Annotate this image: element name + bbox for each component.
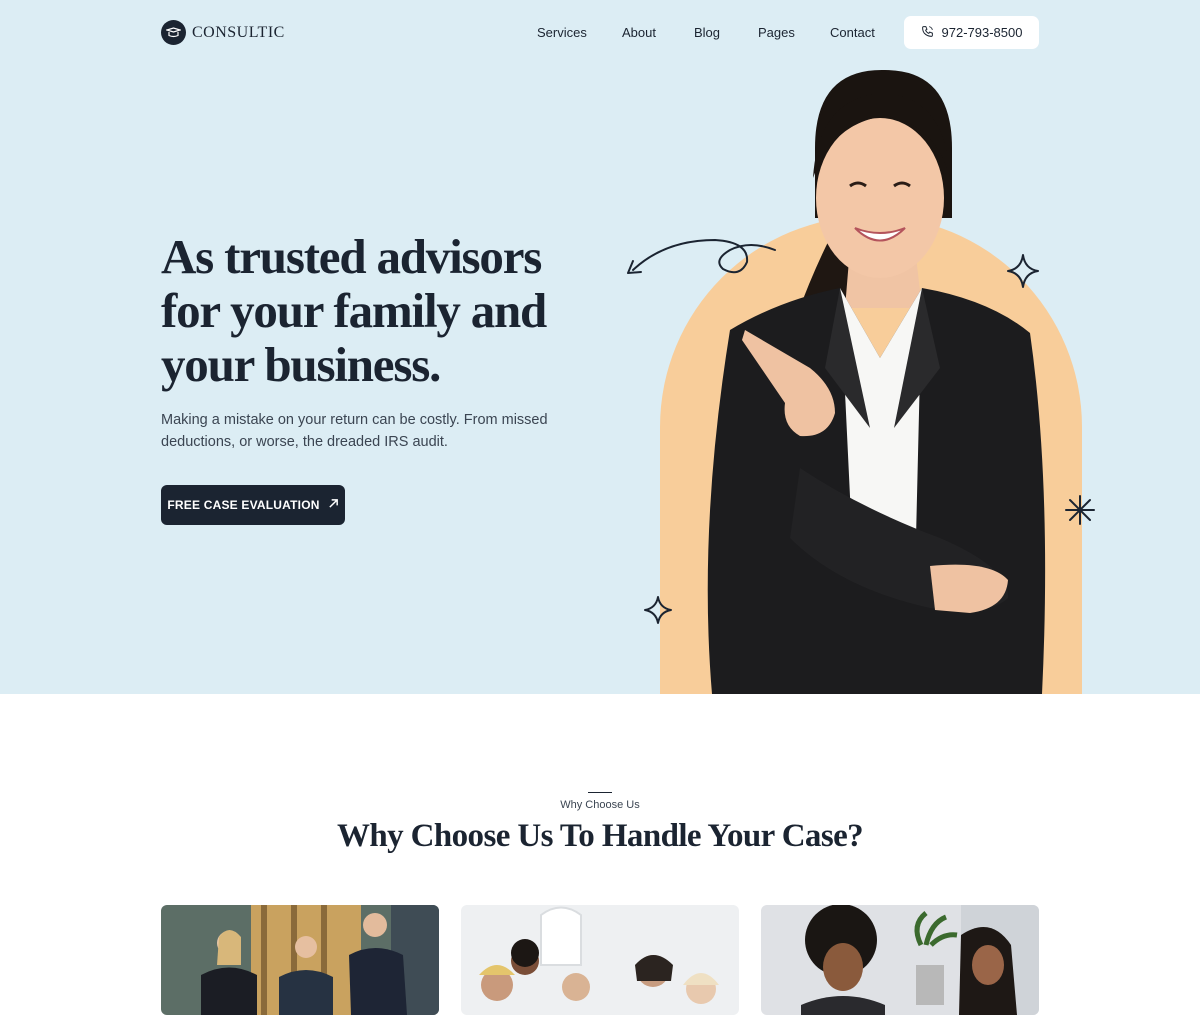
- brand-name: CONSULTIC: [192, 23, 285, 41]
- nav-item-pages[interactable]: Pages: [758, 25, 795, 40]
- card-image-team-group[interactable]: [461, 905, 739, 1015]
- phone-button[interactable]: 972-793-8500: [904, 16, 1039, 49]
- hero-title: As trusted advisors for your family and …: [161, 229, 547, 392]
- phone-icon: [921, 25, 934, 41]
- eyebrow-divider: [588, 792, 612, 793]
- arrow-up-right-icon: [328, 498, 339, 512]
- hero-section: CONSULTIC Services About Blog Pages Cont…: [0, 0, 1200, 694]
- section-title: Why Choose Us To Handle Your Case?: [336, 818, 864, 854]
- asterisk-icon: [1065, 495, 1095, 525]
- sparkle-icon: [1007, 254, 1039, 288]
- curved-arrow-icon: [627, 238, 776, 274]
- card-image-business-meeting[interactable]: [161, 905, 439, 1015]
- nav-item-blog[interactable]: Blog: [694, 25, 720, 40]
- nav-item-about[interactable]: About: [622, 25, 656, 40]
- card-image-colleagues[interactable]: [761, 905, 1039, 1015]
- hero-person-image: [707, 69, 1046, 694]
- nav-item-contact[interactable]: Contact: [830, 25, 875, 40]
- nav-item-services[interactable]: Services: [537, 25, 587, 40]
- phone-number: 972-793-8500: [941, 25, 1023, 40]
- cta-label: FREE CASE EVALUATION: [167, 498, 320, 512]
- free-case-evaluation-button[interactable]: FREE CASE EVALUATION: [161, 485, 345, 525]
- brand-logo[interactable]: CONSULTIC: [161, 20, 285, 45]
- section-eyebrow: Why Choose Us: [560, 799, 640, 811]
- hero-subtitle: Making a mistake on your return can be c…: [161, 412, 548, 450]
- sparkle-icon: [644, 596, 672, 624]
- logo-icon: [161, 20, 186, 45]
